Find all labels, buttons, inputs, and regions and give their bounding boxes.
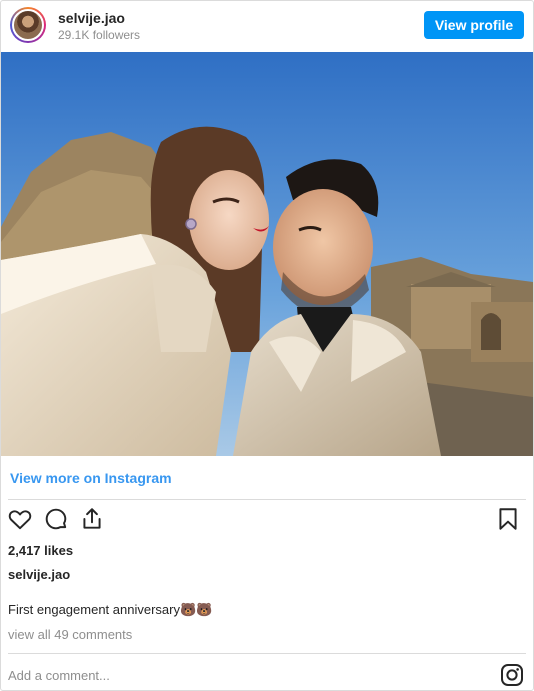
share-icon[interactable]: [79, 506, 107, 534]
instagram-embed: selvije.jao 29.1K followers View profile: [0, 0, 534, 691]
like-count[interactable]: 2,417 likes: [8, 543, 73, 558]
caption-username[interactable]: selvije.jao: [8, 567, 70, 582]
divider: [8, 499, 526, 500]
view-profile-button[interactable]: View profile: [424, 11, 524, 39]
view-all-comments-link[interactable]: view all 49 comments: [8, 627, 132, 642]
caption-text: First engagement anniversary🐻🐻: [8, 602, 213, 617]
view-more-link[interactable]: View more on Instagram: [10, 470, 172, 486]
post-photo[interactable]: [1, 52, 533, 456]
follower-count: 29.1K followers: [58, 28, 141, 42]
header-username[interactable]: selvije.jao: [58, 10, 125, 26]
avatar[interactable]: [10, 7, 46, 43]
heart-icon[interactable]: [7, 506, 35, 534]
post-header: selvije.jao 29.1K followers View profile: [1, 1, 533, 51]
divider: [8, 653, 526, 654]
add-comment-input[interactable]: Add a comment...: [8, 668, 110, 683]
instagram-logo-icon[interactable]: [500, 663, 524, 687]
action-bar: [1, 506, 533, 536]
comment-icon[interactable]: [43, 506, 71, 534]
bookmark-icon[interactable]: [495, 506, 523, 534]
